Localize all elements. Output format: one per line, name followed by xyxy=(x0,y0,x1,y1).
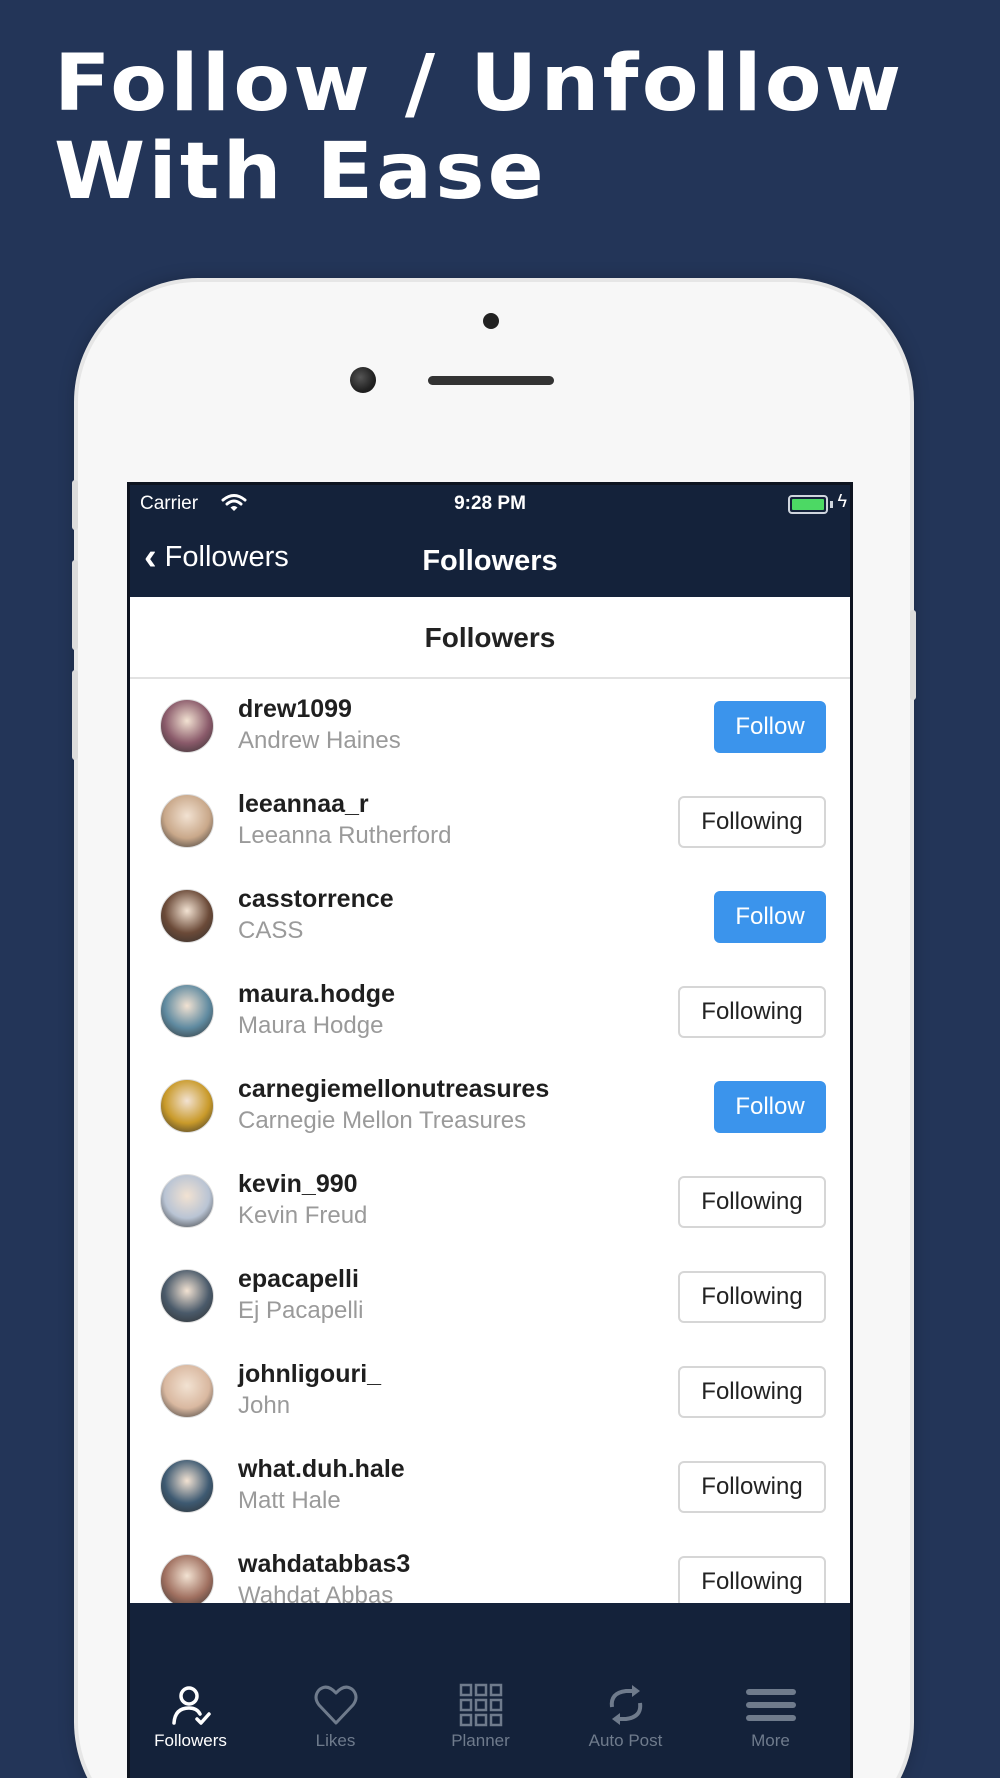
full-name: John xyxy=(238,1392,291,1419)
full-name: Andrew Haines xyxy=(238,727,401,754)
tab-label: Auto Post xyxy=(588,1731,663,1750)
tab-planner[interactable]: Planner xyxy=(408,1683,553,1751)
username[interactable]: drew1099 xyxy=(238,695,352,724)
list-item[interactable]: maura.hodge Maura Hodge Following xyxy=(130,964,850,1059)
list-item[interactable]: epacapelli Ej Pacapelli Following xyxy=(130,1249,850,1344)
list-item[interactable]: johnligouri_ John Following xyxy=(130,1344,850,1439)
tab-more[interactable]: More xyxy=(698,1683,843,1751)
battery-nub xyxy=(830,501,833,508)
follow-button[interactable]: Follow xyxy=(714,701,826,753)
list-item[interactable]: leeannaa_r Leeanna Rutherford Following xyxy=(130,774,850,869)
phone-front-camera xyxy=(350,367,376,393)
username[interactable]: leeannaa_r xyxy=(238,790,369,819)
phone-power-button xyxy=(910,610,916,700)
tab-label: More xyxy=(751,1731,790,1750)
username[interactable]: what.duh.hale xyxy=(238,1455,405,1484)
avatar[interactable] xyxy=(160,699,214,753)
list-item[interactable]: what.duh.hale Matt Hale Following xyxy=(130,1439,850,1534)
following-button[interactable]: Following xyxy=(678,1461,826,1513)
follow-button[interactable]: Follow xyxy=(714,1081,826,1133)
list-item[interactable]: kevin_990 Kevin Freud Following xyxy=(130,1154,850,1249)
app-screen: Carrier 9:28 PM ϟ ‹ Followers Followers … xyxy=(127,482,853,1778)
full-name: Kevin Freud xyxy=(238,1202,368,1229)
avatar[interactable] xyxy=(160,1079,214,1133)
phone-volume-down xyxy=(72,670,78,760)
list-item[interactable]: drew1099 Andrew Haines Follow xyxy=(130,679,850,774)
phone-mute-switch xyxy=(72,480,78,530)
tab-label: Planner xyxy=(451,1731,510,1750)
tab-likes[interactable]: Likes xyxy=(263,1683,408,1751)
person-check-icon xyxy=(130,1683,263,1727)
avatar[interactable] xyxy=(160,1174,214,1228)
username[interactable]: epacapelli xyxy=(238,1265,359,1294)
avatar[interactable] xyxy=(160,794,214,848)
username[interactable]: kevin_990 xyxy=(238,1170,358,1199)
tab-label: Followers xyxy=(154,1731,227,1750)
nav-title: Followers xyxy=(422,545,558,577)
avatar[interactable] xyxy=(160,1554,214,1608)
full-name: Matt Hale xyxy=(238,1487,341,1514)
username[interactable]: casstorrence xyxy=(238,885,394,914)
avatar[interactable] xyxy=(160,1364,214,1418)
status-time: 9:28 PM xyxy=(454,493,526,514)
following-button[interactable]: Following xyxy=(678,1271,826,1323)
avatar[interactable] xyxy=(160,889,214,943)
username[interactable]: johnligouri_ xyxy=(238,1360,381,1389)
username[interactable]: carnegiemellonutreasures xyxy=(238,1075,549,1104)
navigation-bar: ‹ Followers Followers xyxy=(130,525,850,597)
heart-icon xyxy=(263,1683,408,1727)
phone-volume-up xyxy=(72,560,78,650)
avatar[interactable] xyxy=(160,984,214,1038)
full-name: Ej Pacapelli xyxy=(238,1297,364,1324)
charging-icon: ϟ xyxy=(837,491,847,511)
following-button[interactable]: Following xyxy=(678,1366,826,1418)
avatar[interactable] xyxy=(160,1459,214,1513)
followers-list: drew1099 Andrew Haines Follow leeannaa_r… xyxy=(130,679,850,1629)
full-name: Leeanna Rutherford xyxy=(238,822,452,849)
menu-icon xyxy=(698,1683,843,1727)
following-button[interactable]: Following xyxy=(678,986,826,1038)
phone-camera xyxy=(483,313,499,329)
following-button[interactable]: Following xyxy=(678,1176,826,1228)
avatar[interactable] xyxy=(160,1269,214,1323)
headline-line-2: With Ease xyxy=(54,127,547,217)
username[interactable]: wahdatabbas3 xyxy=(238,1550,410,1579)
phone-speaker xyxy=(428,376,554,385)
grid-icon xyxy=(408,1683,553,1727)
section-title: Followers xyxy=(130,597,850,679)
tab-bar: Followers Likes Planner Auto Post More xyxy=(130,1603,850,1778)
status-bar: Carrier 9:28 PM ϟ xyxy=(130,485,850,525)
following-button[interactable]: Following xyxy=(678,796,826,848)
following-button[interactable]: Following xyxy=(678,1556,826,1608)
list-item[interactable]: carnegiemellonutreasures Carnegie Mellon… xyxy=(130,1059,850,1154)
full-name: Maura Hodge xyxy=(238,1012,384,1039)
username[interactable]: maura.hodge xyxy=(238,980,395,1009)
tab-label: Likes xyxy=(315,1731,356,1750)
follow-button[interactable]: Follow xyxy=(714,891,826,943)
full-name: CASS xyxy=(238,917,304,944)
list-item[interactable]: casstorrence CASS Follow xyxy=(130,869,850,964)
battery-icon xyxy=(788,495,828,514)
promo-headline: Follow / Unfollow With Ease xyxy=(54,40,1000,216)
repeat-icon xyxy=(553,1683,698,1727)
full-name: Carnegie Mellon Treasures xyxy=(238,1107,527,1134)
tab-followers[interactable]: Followers xyxy=(130,1683,263,1751)
tab-auto-post[interactable]: Auto Post xyxy=(553,1683,698,1751)
headline-line-1: Follow / Unfollow xyxy=(54,39,905,129)
